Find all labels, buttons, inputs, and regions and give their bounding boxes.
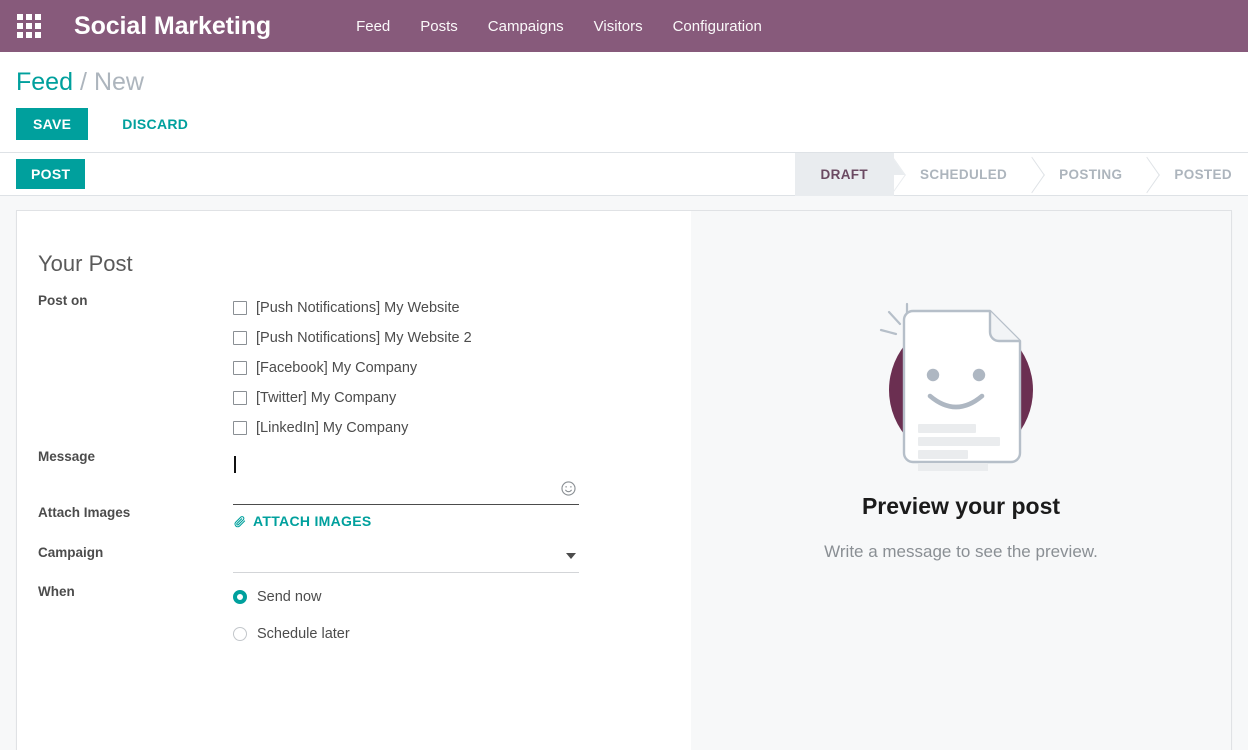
control-panel: Feed / New SAVE DISCARD (0, 52, 1248, 154)
discard-button[interactable]: DISCARD (105, 108, 205, 140)
label-post-on: Post on (38, 293, 88, 309)
field-row-post-on: Post on [Push Notifications] My Website … (38, 293, 691, 449)
radio-label: Schedule later (257, 626, 350, 643)
label-attach-images: Attach Images (38, 505, 131, 521)
form-sheet: Your Post Post on [Push Notifications] M… (16, 210, 1232, 750)
paperclip-icon (233, 515, 246, 528)
label-when: When (38, 583, 75, 599)
record-actions: SAVE DISCARD (0, 97, 1248, 152)
field-row-campaign: Campaign (38, 533, 691, 573)
checkbox-push-my-website-2[interactable]: [Push Notifications] My Website 2 (233, 323, 691, 353)
stage-draft[interactable]: DRAFT (794, 152, 894, 196)
checkbox-label: [Push Notifications] My Website 2 (256, 330, 472, 347)
smiling-document-illustration (866, 283, 1056, 473)
preview-panel: Preview your post Write a message to see… (691, 211, 1231, 750)
checkbox-push-my-website[interactable]: [Push Notifications] My Website (233, 293, 691, 323)
breadcrumb-current: New (93, 68, 144, 96)
checkbox-label: [Facebook] My Company (256, 360, 418, 377)
checkbox-linkedin-my-company[interactable]: [LinkedIn] My Company (233, 413, 691, 443)
sheet-background: Your Post Post on [Push Notifications] M… (0, 196, 1248, 750)
field-row-message: Message (38, 449, 691, 506)
checkbox-twitter-my-company[interactable]: [Twitter] My Company (233, 383, 691, 413)
attach-images-label: ATTACH IMAGES (253, 513, 372, 530)
label-campaign: Campaign (38, 544, 104, 560)
field-row-when: When Send now Schedule later (38, 573, 691, 653)
menu-item-feed[interactable]: Feed (341, 12, 405, 41)
app-brand-title[interactable]: Social Marketing (74, 12, 271, 41)
radio-button-icon[interactable] (233, 590, 247, 605)
menu-item-posts[interactable]: Posts (405, 12, 473, 41)
menu-item-configuration[interactable]: Configuration (658, 12, 777, 41)
checkbox-facebook-my-company[interactable]: [Facebook] My Company (233, 353, 691, 383)
message-input[interactable] (233, 451, 579, 506)
preview-title: Preview your post (861, 493, 1061, 520)
breadcrumb-link-feed[interactable]: Feed (16, 68, 73, 97)
post-button[interactable]: POST (16, 159, 86, 190)
radio-label: Send now (257, 589, 322, 606)
checkbox-box-icon[interactable] (233, 301, 247, 316)
checkbox-box-icon[interactable] (233, 361, 247, 376)
form-section-title: Your Post (38, 251, 133, 277)
text-cursor (234, 456, 236, 474)
apps-menu-button[interactable] (12, 9, 46, 43)
stage-scheduled[interactable]: SCHEDULED (894, 153, 1033, 196)
save-button[interactable]: SAVE (16, 108, 89, 141)
smiley-face-icon[interactable] (560, 480, 577, 497)
checkbox-box-icon[interactable] (233, 391, 247, 406)
stage-statusbar: DRAFT SCHEDULED POSTING POSTED (794, 152, 1248, 196)
stage-posted[interactable]: POSTED (1148, 153, 1248, 196)
radio-schedule-later[interactable]: Schedule later (233, 616, 691, 653)
statusbar-row: POST DRAFT SCHEDULED POSTING POSTED (0, 152, 1248, 197)
checkbox-box-icon[interactable] (233, 421, 247, 436)
menu-item-campaigns[interactable]: Campaigns (473, 12, 579, 41)
stage-posting[interactable]: POSTING (1033, 153, 1148, 196)
when-radio-group: Send now Schedule later (233, 579, 691, 653)
menu-item-visitors[interactable]: Visitors (579, 12, 658, 41)
checkbox-label: [Twitter] My Company (256, 390, 397, 407)
radio-button-icon[interactable] (233, 627, 247, 642)
chevron-down-icon[interactable] (566, 552, 576, 559)
checkbox-label: [LinkedIn] My Company (256, 420, 409, 437)
apps-grid-icon (17, 14, 41, 38)
top-navbar: Social Marketing Feed Posts Campaigns Vi… (0, 0, 1248, 52)
post-form: Your Post Post on [Push Notifications] M… (17, 211, 691, 750)
label-message: Message (38, 449, 96, 465)
breadcrumb: Feed / New (0, 52, 1248, 97)
checkbox-box-icon[interactable] (233, 331, 247, 346)
breadcrumb-separator: / (79, 68, 87, 96)
main-menu: Feed Posts Campaigns Visitors Configurat… (341, 12, 777, 41)
field-row-attach-images: Attach Images ATTACH IMAGES (38, 505, 691, 533)
checkbox-label: [Push Notifications] My Website (256, 300, 460, 317)
attach-images-button[interactable]: ATTACH IMAGES (233, 513, 371, 529)
campaign-select[interactable] (233, 547, 579, 573)
preview-subtitle: Write a message to see the preview. (824, 542, 1098, 562)
radio-send-now[interactable]: Send now (233, 579, 691, 616)
post-on-checkbox-group: [Push Notifications] My Website [Push No… (233, 293, 691, 443)
